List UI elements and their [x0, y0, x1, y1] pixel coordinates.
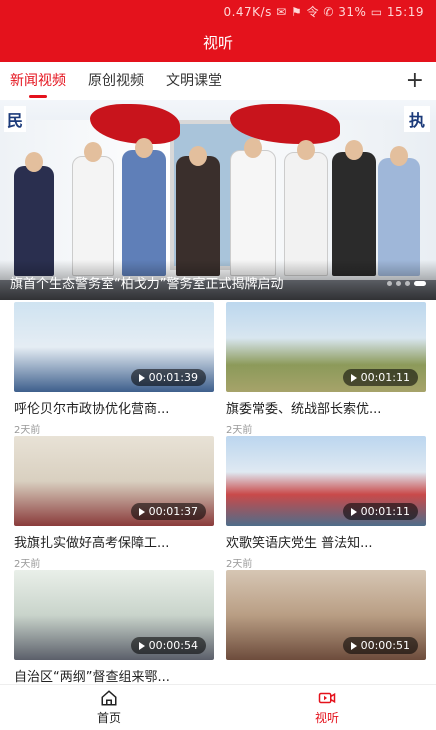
video-card[interactable]: 00:01:37 我旗扎实做好高考保障工... 2天前 [14, 436, 214, 570]
carousel-dot[interactable] [396, 281, 401, 286]
tab-news-video[interactable]: 新闻视频 [10, 64, 66, 96]
video-time: 2天前 [14, 425, 41, 436]
duration-text: 00:00:54 [148, 639, 198, 652]
banner-sign-left: 民 [4, 106, 26, 132]
banner-person-head [189, 146, 207, 166]
video-icon [318, 692, 336, 704]
banner-person-head [345, 140, 363, 160]
banner-person [176, 156, 220, 276]
carousel-dot[interactable] [387, 281, 392, 286]
video-card[interactable]: 00:01:11 旗委常委、统战部长索优... 2天前 [226, 302, 426, 436]
banner-person [72, 156, 114, 276]
play-icon [350, 373, 357, 382]
banner-person-head [25, 152, 43, 172]
video-thumbnail[interactable]: 00:01:39 [14, 302, 214, 392]
duration-badge: 00:00:51 [342, 637, 418, 654]
nav-home-label: 首页 [96, 711, 121, 725]
tab-original-video[interactable]: 原创视频 [88, 64, 144, 96]
video-thumbnail[interactable]: 00:00:54 [14, 570, 214, 660]
play-icon [350, 641, 357, 650]
bottom-navigation: 首页 视听 [0, 684, 436, 730]
banner-person-head [135, 138, 153, 158]
carousel-indicator [387, 281, 426, 286]
duration-text: 00:01:11 [360, 505, 410, 518]
nav-home[interactable]: 首页 [59, 689, 159, 726]
duration-badge: 00:00:54 [130, 637, 206, 654]
nav-video-label: 视听 [314, 711, 339, 725]
banner-person-head [390, 146, 408, 166]
video-thumbnail[interactable]: 00:01:11 [226, 302, 426, 392]
duration-text: 00:00:51 [360, 639, 410, 652]
carousel-dot-active[interactable] [414, 281, 426, 286]
title-bar: 视听 [0, 22, 436, 62]
play-icon [138, 507, 145, 516]
duration-text: 00:01:11 [360, 371, 410, 384]
video-card[interactable]: 00:01:11 欢歌笑语庆党生 普法知... 2天前 [226, 436, 426, 570]
nav-video[interactable]: 视听 [277, 689, 377, 726]
status-text: 0.47K/s ✉ ⚑ 令 ✆ 31% ▭ 15:19 [223, 4, 424, 19]
banner-person-head [244, 138, 262, 158]
tab-civilization-class[interactable]: 文明课堂 [166, 64, 222, 96]
home-icon [101, 690, 117, 706]
play-icon [350, 507, 357, 516]
duration-badge: 00:01:11 [342, 369, 418, 386]
video-title[interactable]: 自治区“两纲”督查组来鄂... [14, 666, 214, 685]
video-title[interactable]: 呼伦贝尔市政协优化营商... [14, 398, 214, 417]
video-card[interactable]: 00:01:39 呼伦贝尔市政协优化营商... 2天前 [14, 302, 214, 436]
play-icon [138, 641, 145, 650]
play-icon [138, 373, 145, 382]
video-thumbnail[interactable]: 00:01:37 [14, 436, 214, 526]
duration-badge: 00:01:37 [130, 503, 206, 520]
duration-badge: 00:01:39 [130, 369, 206, 386]
video-card[interactable]: 00:00:54 自治区“两纲”督查组来鄂... [14, 570, 214, 685]
banner-person [378, 158, 420, 276]
banner-person-head [297, 140, 315, 160]
tab-bar: 新闻视频 原创视频 文明课堂 + [0, 62, 436, 98]
video-time: 2天前 [226, 425, 253, 436]
duration-text: 00:01:39 [148, 371, 198, 384]
video-card[interactable]: 00:00:51 [226, 570, 426, 660]
video-title[interactable]: 我旗扎实做好高考保障工... [14, 532, 214, 551]
video-title[interactable]: 欢歌笑语庆党生 普法知... [226, 532, 426, 551]
banner-person [284, 152, 328, 276]
add-channel-icon[interactable]: + [406, 62, 424, 98]
video-title[interactable]: 旗委常委、统战部长索优... [226, 398, 426, 417]
banner-person [122, 150, 166, 276]
carousel-dot[interactable] [405, 281, 410, 286]
banner-carousel[interactable]: 民 执 旗首个生态警务室“柏戈力”警务室正式揭牌启动 [0, 100, 436, 300]
banner-sign-right: 执 [404, 106, 430, 132]
video-time: 2天前 [226, 559, 253, 570]
duration-badge: 00:01:11 [342, 503, 418, 520]
banner-person [332, 152, 376, 276]
duration-text: 00:01:37 [148, 505, 198, 518]
banner-person [230, 150, 276, 276]
video-time: 2天前 [14, 559, 41, 570]
page-title: 视听 [202, 33, 233, 52]
video-thumbnail[interactable]: 00:01:11 [226, 436, 426, 526]
status-bar: 0.47K/s ✉ ⚑ 令 ✆ 31% ▭ 15:19 [0, 0, 436, 22]
banner-person-head [84, 142, 102, 162]
video-thumbnail[interactable]: 00:00:51 [226, 570, 426, 660]
banner-caption: 旗首个生态警务室“柏戈力”警务室正式揭牌启动 [10, 277, 284, 292]
